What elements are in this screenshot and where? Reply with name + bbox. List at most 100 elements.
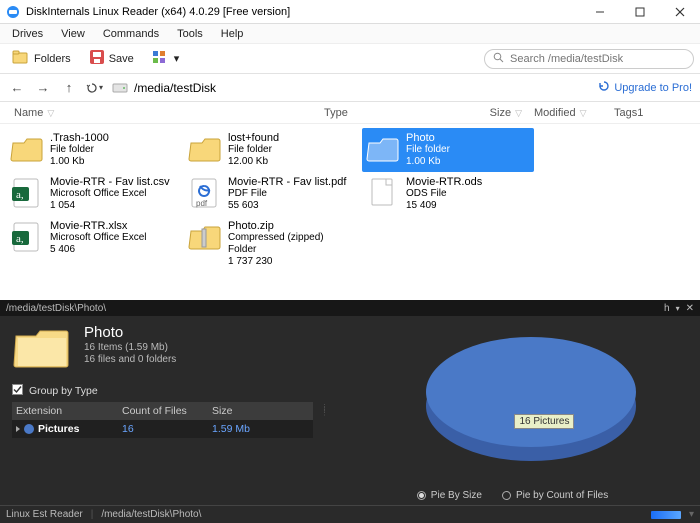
svg-text:pdf: pdf bbox=[196, 199, 208, 208]
pie-chart: 16 Pictures bbox=[426, 337, 636, 461]
folder-icon bbox=[366, 132, 400, 166]
titlebar: DiskInternals Linux Reader (x64) 4.0.29 … bbox=[0, 0, 700, 24]
status-app: Linux Est Reader bbox=[6, 509, 83, 520]
col-modified[interactable]: Modified▽ bbox=[528, 107, 608, 119]
col-tags1[interactable]: Tags1 bbox=[608, 107, 668, 119]
pdf-icon: pdf bbox=[188, 176, 222, 210]
pie-by-size-label: Pie By Size bbox=[431, 490, 482, 501]
file-size: 1.00 Kb bbox=[406, 156, 450, 168]
view-options-button[interactable]: ▾ bbox=[146, 48, 186, 69]
status-corner-icon: ▾ bbox=[689, 509, 694, 520]
file-size: 5 406 bbox=[50, 244, 147, 256]
col-type[interactable]: Type bbox=[318, 107, 378, 119]
file-name: Photo.zip bbox=[228, 220, 352, 232]
folder-tree-icon bbox=[12, 49, 30, 68]
file-name: Movie-RTR.ods bbox=[406, 176, 482, 188]
blank-icon bbox=[366, 176, 400, 210]
back-button[interactable]: ← bbox=[8, 80, 26, 95]
detail-right-pane: 16 Pictures Pie By Size Pie by Count of … bbox=[325, 316, 700, 505]
file-item[interactable]: Movie-RTR.odsODS File15 409 bbox=[362, 172, 534, 216]
search-input[interactable] bbox=[510, 53, 685, 65]
history-button[interactable]: ▾ bbox=[86, 82, 104, 94]
col-name[interactable]: Name▽ bbox=[8, 107, 318, 119]
detail-th-size[interactable]: Size bbox=[212, 405, 292, 417]
file-item[interactable]: lost+foundFile folder12.00 Kb bbox=[184, 128, 356, 172]
detail-breadcrumb: /media/testDisk\Photo\ bbox=[6, 303, 106, 314]
detail-sub2: 16 files and 0 folders bbox=[84, 354, 176, 365]
detail-dropdown-icon[interactable]: ▾ bbox=[676, 304, 680, 313]
menu-commands[interactable]: Commands bbox=[95, 26, 167, 42]
file-item[interactable]: PhotoFile folder1.00 Kb bbox=[362, 128, 534, 172]
menu-help[interactable]: Help bbox=[213, 26, 252, 42]
minimize-button[interactable] bbox=[580, 0, 620, 24]
excel-icon: a, bbox=[10, 220, 44, 254]
file-name: Movie-RTR - Fav list.pdf bbox=[228, 176, 346, 188]
detail-th-count[interactable]: Count of Files bbox=[122, 405, 212, 417]
folders-button[interactable]: Folders bbox=[6, 47, 77, 70]
file-name: Movie-RTR.xlsx bbox=[50, 220, 147, 232]
file-grid: .Trash-1000File folder1.00 Kblost+foundF… bbox=[0, 124, 700, 300]
file-item[interactable]: Photo.zipCompressed (zipped) Folder1 737… bbox=[184, 216, 356, 272]
path-text: /media/testDisk bbox=[134, 81, 216, 95]
file-type: Compressed (zipped) Folder bbox=[228, 232, 352, 256]
folders-label: Folders bbox=[34, 53, 71, 65]
column-headers: Name▽ Type Size▽ Modified▽ Tags1 bbox=[0, 102, 700, 124]
status-bar: Linux Est Reader | /media/testDisk\Photo… bbox=[0, 505, 700, 523]
pie-by-count-radio[interactable]: Pie by Count of Files bbox=[502, 490, 608, 501]
chevron-down-icon: ▾ bbox=[174, 52, 180, 65]
search-icon bbox=[493, 52, 504, 66]
forward-button[interactable]: → bbox=[34, 80, 52, 95]
app-icon bbox=[6, 5, 20, 19]
file-size: 1 054 bbox=[50, 200, 170, 212]
file-item[interactable]: .Trash-1000File folder1.00 Kb bbox=[6, 128, 178, 172]
menu-view[interactable]: View bbox=[53, 26, 93, 42]
detail-th-ext[interactable]: Extension bbox=[12, 405, 122, 417]
toolbar: Folders Save ▾ bbox=[0, 44, 700, 74]
expand-icon[interactable] bbox=[16, 426, 20, 432]
upgrade-link[interactable]: Upgrade to Pro! bbox=[598, 80, 692, 95]
file-type: Microsoft Office Excel bbox=[50, 188, 170, 200]
detail-row-pictures[interactable]: Pictures 16 1.59 Mb bbox=[12, 420, 313, 438]
save-button[interactable]: Save bbox=[83, 47, 140, 70]
file-size: 1.00 Kb bbox=[50, 156, 109, 168]
file-type: File folder bbox=[406, 144, 450, 156]
upgrade-label: Upgrade to Pro! bbox=[614, 82, 692, 94]
col-size[interactable]: Size▽ bbox=[378, 107, 528, 119]
up-button[interactable]: ↑ bbox=[60, 80, 78, 95]
save-icon bbox=[89, 49, 105, 68]
menu-drives[interactable]: Drives bbox=[4, 26, 51, 42]
file-item[interactable]: a, Movie-RTR - Fav list.csvMicrosoft Offi… bbox=[6, 172, 178, 216]
file-item[interactable]: pdfMovie-RTR - Fav list.pdfPDF File55 60… bbox=[184, 172, 356, 216]
detail-table: Extension Count of Files Size Pictures 1… bbox=[12, 402, 313, 438]
close-button[interactable] bbox=[660, 0, 700, 24]
path-bar[interactable]: /media/testDisk bbox=[112, 81, 216, 95]
view-grid-icon bbox=[152, 50, 170, 67]
file-name: Photo bbox=[406, 132, 450, 144]
file-size: 12.00 Kb bbox=[228, 156, 279, 168]
pie-by-size-radio[interactable]: Pie By Size bbox=[417, 490, 482, 501]
menubar: Drives View Commands Tools Help bbox=[0, 24, 700, 44]
detail-close-icon[interactable]: ✕ bbox=[686, 303, 694, 314]
maximize-button[interactable] bbox=[620, 0, 660, 24]
menu-tools[interactable]: Tools bbox=[169, 26, 211, 42]
file-name: Movie-RTR - Fav list.csv bbox=[50, 176, 170, 188]
refresh-icon bbox=[598, 80, 610, 95]
file-item[interactable]: a,Movie-RTR.xlsxMicrosoft Office Excel5 … bbox=[6, 216, 178, 260]
pie-mode-selector: Pie By Size Pie by Count of Files bbox=[325, 490, 700, 501]
detail-row-size: 1.59 Mb bbox=[212, 423, 292, 435]
search-box[interactable] bbox=[484, 49, 694, 69]
file-size: 1 737 230 bbox=[228, 256, 352, 268]
detail-left-pane: Photo 16 Items (1.59 Mb) 16 files and 0 … bbox=[0, 316, 325, 505]
file-type: File folder bbox=[228, 144, 279, 156]
svg-text:a,: a, bbox=[16, 233, 24, 245]
status-path: /media/testDisk\Photo\ bbox=[101, 509, 201, 520]
detail-row-ext: Pictures bbox=[38, 423, 79, 435]
excel-icon: a, bbox=[10, 176, 44, 210]
progress-indicator bbox=[651, 511, 681, 519]
pie-mini-icon bbox=[24, 424, 34, 434]
group-by-type-checkbox[interactable]: Group by Type bbox=[12, 384, 313, 398]
detail-h-button[interactable]: h bbox=[664, 303, 670, 314]
detail-title: Photo bbox=[84, 324, 176, 341]
folder-icon bbox=[10, 132, 44, 166]
folder-icon bbox=[188, 132, 222, 166]
